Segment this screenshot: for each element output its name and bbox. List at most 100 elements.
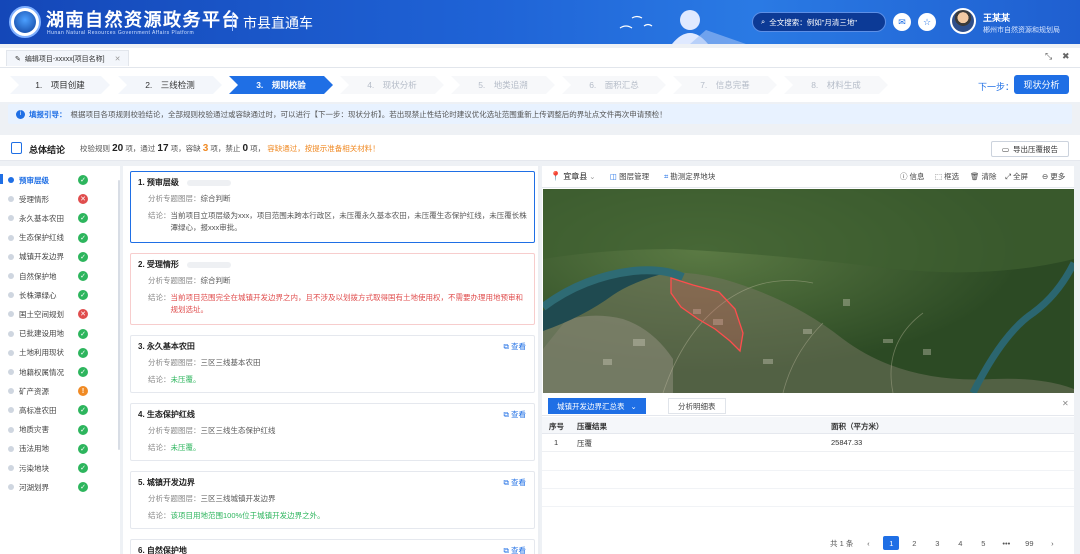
sidebar-item[interactable]: 城镇开发边界 ✓ [8, 250, 93, 264]
sidebar-item[interactable]: 矿产资源! [8, 384, 93, 398]
page-2[interactable]: 2 [906, 536, 922, 550]
bullet-icon [8, 311, 14, 318]
sidebar-item[interactable]: 违法用地 ✓ [8, 442, 93, 456]
table-row[interactable]: 1 压覆 25847.33 [542, 434, 1074, 452]
global-search-input[interactable]: ⌕ 全文搜索：例如"月清三地" [752, 12, 886, 32]
view-link[interactable]: ⧉ 查看 [504, 341, 526, 352]
view-label: 查看 [511, 546, 526, 554]
page-1[interactable]: 1 [883, 536, 900, 550]
collapse-icon[interactable]: ⤡ [1045, 51, 1052, 62]
step-label: 6. 面积汇总 [589, 80, 639, 90]
view-link[interactable]: ⧉ 查看 [504, 545, 526, 554]
avatar[interactable] [950, 8, 976, 34]
close-table-icon[interactable]: ✕ [1062, 399, 1069, 408]
export-report-button[interactable]: ▭ 导出压覆报告 [991, 141, 1069, 157]
page-ellipsis[interactable]: ••• [998, 536, 1014, 550]
sidebar-item[interactable]: 高标准农田 ✓ [8, 403, 93, 417]
step-info-complete[interactable]: 7. 信息完善 [673, 76, 777, 94]
step-status-analysis[interactable]: 4. 现状分析 [340, 76, 444, 94]
box-select-button[interactable]: ⬚ 框选 [935, 171, 959, 182]
cell-index: 1 [554, 438, 559, 447]
panel-scrollbar[interactable] [538, 166, 540, 554]
sidebar-item[interactable]: 河湖划界 ✓ [8, 480, 93, 494]
step-area-summary[interactable]: 6. 面积汇总 [562, 76, 666, 94]
sidebar-item[interactable]: 已批建设用地 ✓ [8, 327, 93, 341]
more-button[interactable]: ⊖ 更多 [1042, 171, 1065, 182]
favorite-button[interactable]: ☆ [918, 13, 936, 31]
result-row: 结论： 当前项目范围完全在城镇开发边界之内，且不涉及以划拨方式取得国有土地使用权，… [138, 292, 527, 316]
sidebar-item[interactable]: 地质灾害 ✓ [8, 423, 93, 437]
sidebar-item[interactable]: 自然保护地 ✓ [8, 269, 93, 283]
sidebar-item[interactable]: 土地利用现状 ✓ [8, 346, 93, 360]
rule-card[interactable]: 2. 受理情形 分析专题图层： 综合判断 结论： 当前项目范围完全在城镇开发边界之内，且… [130, 253, 535, 325]
rule-card[interactable]: 1. 预审层级 分析专题图层： 综合判断 结论： 当前项目立项层级为xxx，项目范围未跨… [130, 171, 535, 243]
layer-management-button[interactable]: ◫ 图层管理 [610, 171, 649, 182]
page-4[interactable]: 4 [952, 536, 968, 550]
tab-label: 编辑项目-xxxxx[项目名称] [24, 55, 105, 63]
sidebar-item[interactable]: 生态保护红线 ✓ [8, 231, 93, 245]
step-rule-check[interactable]: 3. 规则校验 [229, 76, 333, 94]
result-tabs: 城镇开发边界汇总表 ⌄ 分析明细表 ✕ [542, 396, 1074, 416]
layer-row: 分析专题图层： 三区三线基本农田 [138, 357, 527, 369]
tab-label: 分析明细表 [678, 401, 716, 411]
page-99[interactable]: 99 [1021, 536, 1037, 550]
layer-label: 分析专题图层： [148, 426, 201, 435]
col-index: 序号 [549, 422, 564, 431]
view-link[interactable]: ⧉ 查看 [504, 477, 526, 488]
survey-boundary-button[interactable]: ⌗ 勘测定界地块 [664, 171, 715, 182]
rule-card[interactable]: 3. 永久基本农田 ⧉ 查看 分析专题图层： 三区三线基本农田 结论： 未压覆。 [130, 335, 535, 393]
sidebar-scrollbar[interactable] [118, 180, 120, 450]
user-name[interactable]: 王某某 [983, 11, 1010, 24]
star-icon: ☆ [922, 16, 932, 27]
rule-card[interactable]: 4. 生态保护红线 ⧉ 查看 分析专题图层： 三区三线生态保护红线 结论： 未压覆。 [130, 403, 535, 461]
page-3[interactable]: 3 [929, 536, 945, 550]
fullscreen-button[interactable]: ⤢ 全屏 [1005, 171, 1028, 182]
next-page-icon[interactable]: › [1044, 536, 1060, 550]
view-link[interactable]: ⧉ 查看 [504, 409, 526, 420]
sidebar-item[interactable]: 长株潭绿心 ✓ [8, 288, 93, 302]
sidebar-item-label: 河湖划界 [19, 482, 49, 492]
tab-edit-project[interactable]: ✎ 编辑项目-xxxxx[项目名称] ✕ [6, 50, 130, 66]
step-project-create[interactable]: 1. 项目创建 [10, 76, 110, 94]
satellite-map[interactable] [543, 189, 1074, 393]
sidebar-item[interactable]: 预审层级 ✓ [8, 173, 93, 187]
table-header: 序号 压覆结果 面积（平方米） [542, 417, 1074, 434]
info-button[interactable]: ⓘ 信息 [900, 171, 925, 182]
bullet-icon [8, 465, 14, 471]
message-button[interactable]: ✉ [893, 13, 911, 31]
layer-value: 三区三线城镇开发边界 [200, 494, 276, 503]
result-row: 结论： 未压覆。 [138, 442, 527, 454]
sidebar-item[interactable]: 污染地块 ✓ [8, 461, 93, 475]
clear-button[interactable]: 🗑 清除 [970, 171, 997, 182]
county-label: 宜章县 [563, 172, 588, 181]
sidebar-item[interactable]: 永久基本农田 ✓ [8, 211, 93, 225]
page-5[interactable]: 5 [975, 536, 991, 550]
step-land-trace[interactable]: 5. 地类追溯 [451, 76, 555, 94]
sidebar-item[interactable]: 受理情形 ✕ [8, 192, 93, 206]
sidebar-item[interactable]: 地籍权属情况 ✓ [8, 365, 93, 379]
sidebar-item[interactable]: 国土空间规划 ✕ [8, 307, 93, 321]
result-value: 当前项目范围完全在城镇开发边界之内，且不涉及以划拨方式取得国有土地使用权，不需要… [170, 293, 524, 314]
search-placeholder: 全文搜索：例如"月清三地" [769, 17, 858, 27]
result-label: 结论： [148, 293, 171, 302]
search-icon: ⌕ [761, 17, 766, 26]
rule-card[interactable]: 5. 城镇开发边界 ⧉ 查看 分析专题图层： 三区三线城镇开发边界 结论： 该项目用地范围… [130, 471, 535, 529]
result-value: 该项目用地范围100%位于城镇开发边界之外。 [170, 511, 325, 520]
result-label: 结论： [148, 211, 171, 220]
result-value: 当前项目立项层级为xxx，项目范围未跨本行政区，未压覆永久基本农田，未压覆生态保… [170, 211, 527, 232]
close-page-icon[interactable]: ✖ [1062, 51, 1070, 62]
prev-page-icon[interactable]: ‹ [860, 536, 876, 550]
step-three-lines[interactable]: 2. 三线检测 [118, 76, 222, 94]
pagination: 共 1 条 ‹ 1 2 3 4 5 ••• 99 › [830, 536, 1060, 550]
fullscreen-icon: ⤢ [1005, 171, 1011, 181]
county-select[interactable]: 📍 宜章县 ⌄ [550, 171, 596, 182]
layer-label: 分析专题图层： [148, 276, 201, 285]
layer-row: 分析专题图层： 综合判断 [138, 193, 527, 205]
tab-urban-boundary-summary[interactable]: 城镇开发边界汇总表 ⌄ [548, 398, 646, 414]
layer-row: 分析专题图层： 三区三线生态保护红线 [138, 425, 527, 437]
tab-analysis-detail[interactable]: 分析明细表 [668, 398, 726, 414]
close-tab-icon[interactable]: ✕ [115, 55, 121, 63]
step-material-generate[interactable]: 8. 材料生成 [784, 76, 888, 94]
rule-card[interactable]: 6. 自然保护地 ⧉ 查看 [130, 539, 535, 554]
next-step-button[interactable]: 现状分析 [1014, 75, 1069, 94]
